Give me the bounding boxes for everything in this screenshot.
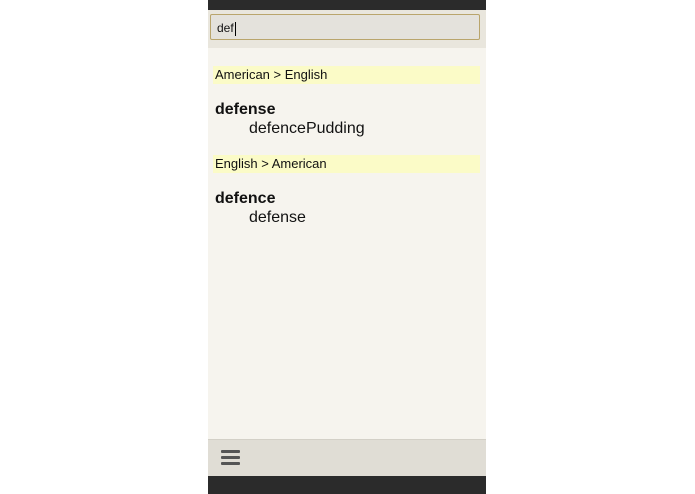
section-header-english-american: English > American	[213, 155, 480, 173]
entry-term: defence	[215, 190, 276, 207]
search-bar: def	[208, 10, 486, 48]
results-list: American > English defense defencePuddin…	[208, 48, 486, 228]
entry-term: defense	[215, 101, 276, 118]
navigation-bar	[208, 476, 486, 494]
section-header-american-english: American > English	[213, 66, 480, 84]
search-input-value: def	[217, 21, 234, 35]
text-caret	[234, 21, 236, 36]
search-input[interactable]: def	[210, 14, 480, 40]
hamburger-menu-icon[interactable]	[221, 450, 241, 466]
entry-definition: defense	[249, 209, 306, 226]
app-screen: def American > English defense defencePu…	[208, 0, 486, 494]
status-bar	[208, 0, 486, 10]
list-item[interactable]: defense defencePudding	[215, 100, 486, 139]
entry-definition: defencePudding	[249, 120, 365, 137]
bottom-toolbar	[208, 439, 486, 476]
list-item[interactable]: defence defense	[215, 189, 486, 228]
